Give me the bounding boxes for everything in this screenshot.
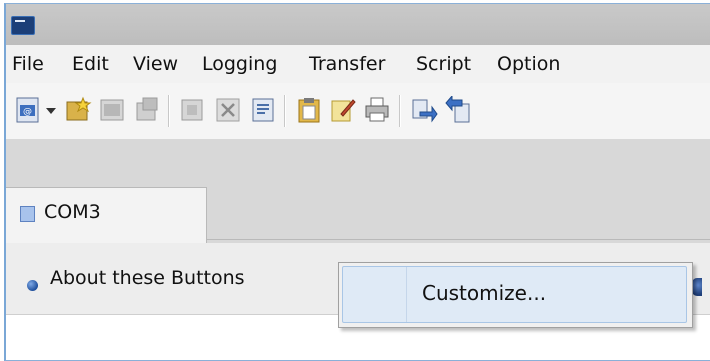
properties-icon[interactable] (249, 96, 277, 124)
menu-options[interactable]: Option (497, 53, 560, 75)
session-tab-strip: COM3 (6, 139, 710, 244)
disconnect-icon[interactable] (98, 96, 126, 124)
close-session-icon[interactable] (178, 96, 206, 124)
app-icon[interactable] (11, 16, 35, 35)
menu-item-customize[interactable]: Customize... (342, 266, 687, 323)
toolbar: @ (6, 83, 710, 139)
receive-file-icon[interactable] (444, 96, 472, 124)
reconnect-icon[interactable] (132, 96, 160, 124)
menu-logging[interactable]: Logging (202, 53, 277, 75)
connect-icon[interactable]: @ (14, 96, 42, 124)
print-icon[interactable] (363, 96, 391, 124)
edit-icon[interactable] (329, 96, 357, 124)
quick-connect-icon[interactable] (64, 96, 92, 124)
menu-transfer[interactable]: Transfer (309, 53, 385, 75)
bullet-icon (27, 280, 38, 291)
tab-divider (206, 239, 710, 240)
svg-text:@: @ (23, 107, 32, 117)
tab-label: COM3 (44, 201, 101, 223)
about-these-buttons-button[interactable]: About these Buttons (50, 267, 245, 289)
bullet-icon (692, 278, 702, 296)
menu-bar: File Edit View Logging Transfer Script O… (6, 45, 710, 84)
tab-com3[interactable]: COM3 (6, 187, 207, 244)
menu-edit[interactable]: Edit (72, 53, 109, 75)
session-icon (20, 206, 35, 222)
send-file-icon[interactable] (410, 96, 438, 124)
clear-icon[interactable] (214, 96, 242, 124)
dropdown-arrow-icon[interactable] (44, 96, 58, 124)
toolbar-separator (399, 95, 401, 127)
menu-view[interactable]: View (133, 53, 178, 75)
menu-file[interactable]: File (12, 53, 44, 75)
toolbar-separator (168, 95, 170, 127)
toolbar-separator (284, 95, 286, 127)
menu-item-label: Customize... (422, 281, 547, 305)
context-menu: Customize... (338, 262, 693, 328)
title-bar (6, 4, 710, 45)
menu-script[interactable]: Script (416, 53, 471, 75)
paste-icon[interactable] (295, 96, 323, 124)
menu-gutter (406, 267, 407, 322)
